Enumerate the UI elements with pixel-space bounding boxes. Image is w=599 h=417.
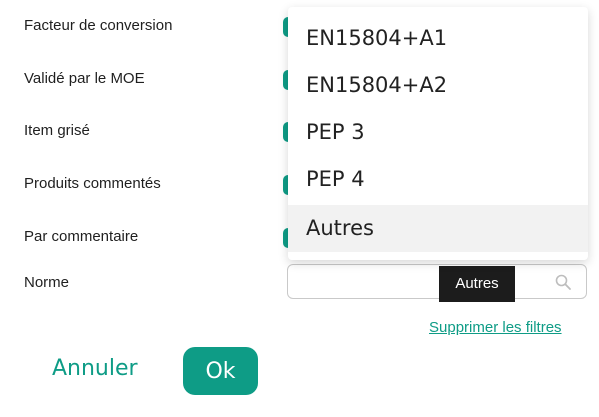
cancel-button[interactable]: Annuler: [52, 356, 138, 381]
selected-option-tooltip: Autres: [439, 266, 515, 302]
filter-label-commented-products: Produits commentés: [24, 175, 161, 192]
dropdown-option-en15804-a1[interactable]: EN15804+A1: [288, 15, 588, 62]
dropdown-option-pep-3[interactable]: PEP 3: [288, 109, 588, 156]
filter-label-validated-moe: Validé par le MOE: [24, 70, 145, 87]
search-icon[interactable]: [554, 273, 572, 291]
filter-label-by-comment: Par commentaire: [24, 228, 139, 245]
filter-label-conversion-factor: Facteur de conversion: [24, 17, 173, 34]
filter-label-norme: Norme: [24, 274, 70, 291]
ok-button[interactable]: Ok: [183, 347, 258, 395]
dropdown-option-en15804-a2[interactable]: EN15804+A2: [288, 62, 588, 109]
norme-dropdown-menu: EN15804+A1 EN15804+A2 PEP 3 PEP 4 Autres: [288, 7, 588, 260]
dropdown-option-pep-4[interactable]: PEP 4: [288, 156, 588, 203]
filter-label-greyed-item: Item grisé: [24, 122, 90, 139]
norme-search-input[interactable]: [287, 264, 587, 299]
dropdown-option-autres[interactable]: Autres: [288, 205, 588, 252]
clear-filters-link[interactable]: Supprimer les filtres: [429, 319, 562, 336]
filter-panel: Facteur de conversion Validé par le MOE …: [0, 0, 599, 417]
